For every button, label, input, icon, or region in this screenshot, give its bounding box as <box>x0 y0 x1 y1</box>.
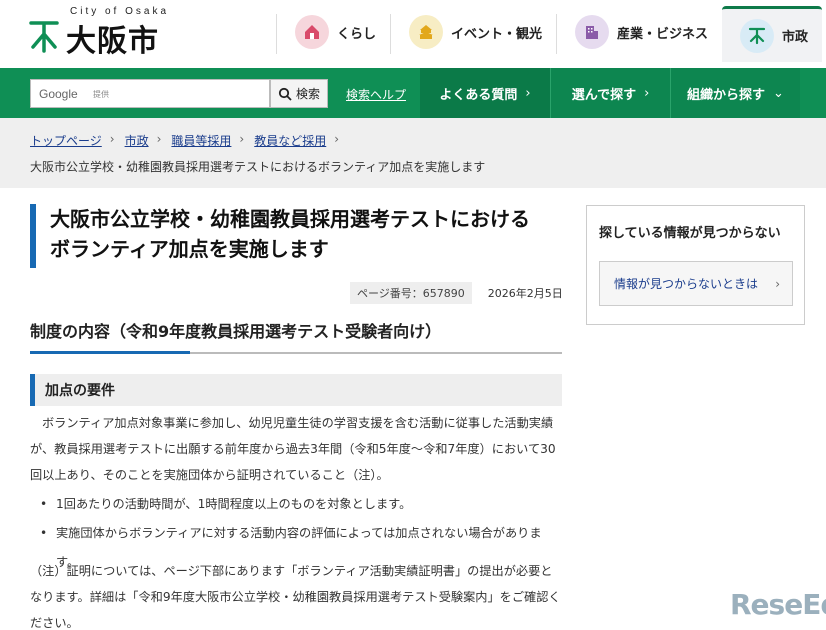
sidebar-link-label: 情報が見つからないときは <box>614 277 759 291</box>
subsection-heading-text: 加点の要件 <box>45 383 115 399</box>
gnav-select-search[interactable]: 選んで探す › <box>550 68 670 118</box>
chevron-right-icon: › <box>109 132 115 146</box>
page-meta: ページ番号：657890 2026年2月5日 <box>350 282 563 304</box>
nav-label: くらし <box>337 26 377 42</box>
logo-japanese: 大阪市 <box>66 24 159 59</box>
gnav-label: 組織から探す <box>687 87 766 103</box>
title-line-2: ボランティア加点を実施します <box>50 237 329 261</box>
search-input[interactable]: Google 提供 <box>30 79 270 108</box>
page-number: ページ番号：657890 <box>350 282 472 304</box>
breadcrumb-top[interactable]: トップページ <box>30 132 102 149</box>
chevron-right-icon: › <box>775 276 780 291</box>
search-provided-label: 提供 <box>93 90 109 99</box>
heading-accent-bar <box>30 351 190 354</box>
nav-label: 産業・ビジネス <box>617 26 709 42</box>
title-line-1: 大阪市公立学校・幼稚園教員採用選考テストにおける <box>50 207 530 231</box>
section-heading-text: 制度の内容（令和9年度教員採用選考テスト受験者向け） <box>30 322 442 341</box>
section-heading: 制度の内容（令和9年度教員採用選考テスト受験者向け） <box>30 318 562 354</box>
site-header: City of Osaka 大阪市 くらし イベント・観光 産業・ビジネス 市政 <box>0 0 826 68</box>
gnav-label: よくある質問 <box>439 87 518 103</box>
gnav-label: 選んで探す <box>571 87 637 103</box>
nav-sangyo-business[interactable]: 産業・ビジネス <box>557 6 722 58</box>
nav-shisei[interactable]: 市政 <box>722 6 823 62</box>
search-provider: Google <box>39 87 78 101</box>
note-paragraph: （注）証明については、ページ下部にあります「ボランティア活動実績証明書」の提出が… <box>30 564 561 630</box>
requirement-paragraph: ボランティア加点対象事業に参加し、幼児児童生徒の学習支援を含む活動に従事した活動… <box>30 416 556 482</box>
nav-kurashi[interactable]: くらし <box>277 6 390 58</box>
sidebar-help-link[interactable]: 情報が見つからないときは › <box>599 261 793 306</box>
update-date: 2026年2月5日 <box>487 287 563 300</box>
chevron-right-icon: › <box>644 85 650 101</box>
breadcrumb: トップページ › 市政 › 職員等採用 › 教員など採用 › 大阪市公立学校・幼稚園教員… <box>0 118 826 188</box>
search-help-link[interactable]: 検索ヘルプ <box>346 86 406 103</box>
global-nav-bar: Google 提供 検索 検索ヘルプ よくある質問 › 選んで探す › 組織から… <box>0 68 826 118</box>
chevron-right-icon: › <box>156 132 162 146</box>
search-icon <box>278 87 292 101</box>
nav-label: 市政 <box>782 30 809 45</box>
house-icon <box>295 15 329 49</box>
chevron-right-icon: › <box>525 85 531 101</box>
watermark-text: ReseEd <box>730 588 826 621</box>
chevron-right-icon: › <box>334 132 340 146</box>
nav-label: イベント・観光 <box>451 26 543 42</box>
watermark-logo: ReseEd <box>730 588 826 630</box>
sidebar-help-box: 探している情報が見つからない 情報が見つからないときは › <box>586 205 805 325</box>
chevron-right-icon: › <box>239 132 245 146</box>
search-button-label: 検索 <box>295 87 320 101</box>
breadcrumb-current: 大阪市公立学校・幼稚園教員採用選考テストにおけるボランティア加点を実施します <box>30 160 486 174</box>
site-logo[interactable]: City of Osaka 大阪市 <box>28 6 188 59</box>
building-icon <box>575 15 610 49</box>
osaka-city-mark-icon <box>29 21 59 53</box>
sidebar-title: 探している情報が見つからない <box>599 226 781 241</box>
breadcrumb-shisei[interactable]: 市政 <box>125 132 149 149</box>
gnav-org-search[interactable]: 組織から探す ⌄ <box>670 68 800 118</box>
gnav-faq[interactable]: よくある質問 › <box>420 68 550 118</box>
breadcrumb-recruit[interactable]: 職員等採用 <box>171 132 231 149</box>
castle-icon <box>409 15 444 49</box>
search-button[interactable]: 検索 <box>270 79 328 108</box>
page-title-text: 大阪市公立学校・幼稚園教員採用選考テストにおける ボランティア加点を実施します <box>50 204 562 264</box>
chevron-down-icon: ⌄ <box>773 85 784 101</box>
city-mark-icon <box>740 18 775 53</box>
breadcrumb-teacher[interactable]: 教員など採用 <box>254 132 326 149</box>
subsection-heading: 加点の要件 <box>30 374 562 406</box>
list-item: 1回あたりの活動時間が、1時間程度以上のものを対象とします。 <box>40 490 560 519</box>
page-title: 大阪市公立学校・幼稚園教員採用選考テストにおける ボランティア加点を実施します <box>30 204 562 268</box>
breadcrumb-links: トップページ › 市政 › 職員等採用 › 教員など採用 › <box>30 132 349 149</box>
nav-event-kanko[interactable]: イベント・観光 <box>391 6 556 58</box>
category-nav: くらし イベント・観光 産業・ビジネス 市政 <box>276 6 823 62</box>
